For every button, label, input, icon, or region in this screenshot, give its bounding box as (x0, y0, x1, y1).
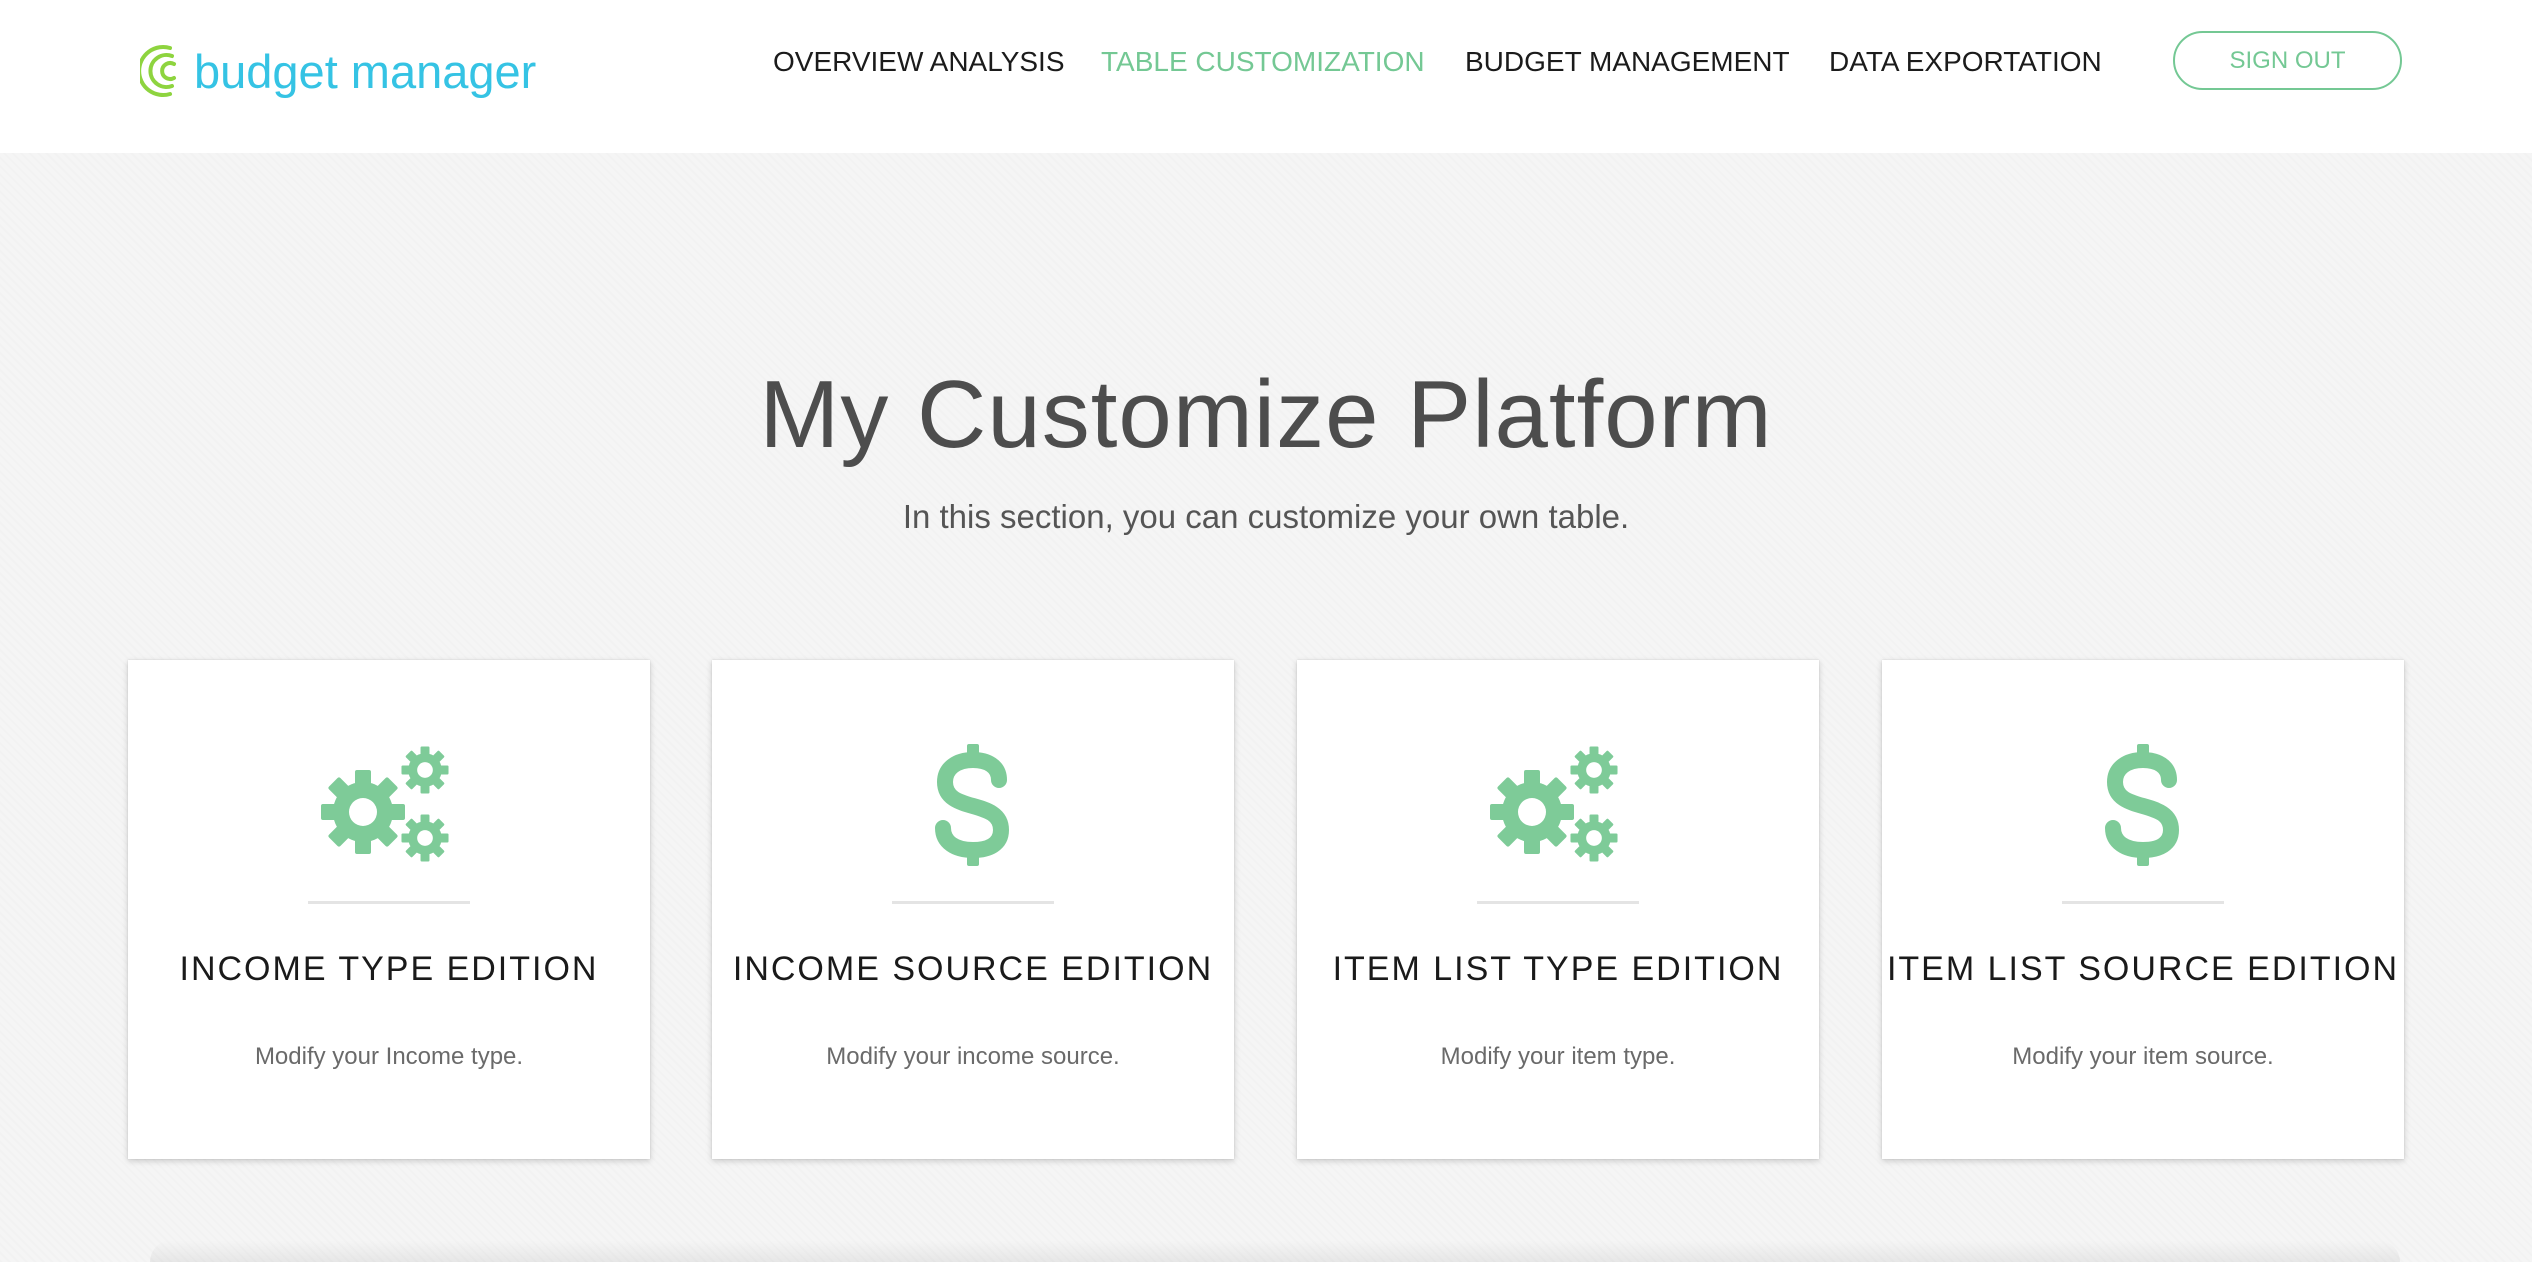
page-subtitle: In this section, you can customize your … (902, 498, 1630, 535)
next-section-edge (150, 1240, 2400, 1262)
card-divider (1477, 901, 1639, 904)
nav-data-exportation[interactable]: DATA EXPORTATION (1829, 44, 2102, 80)
card-divider (308, 901, 470, 904)
card-title: INCOME SOURCE EDITION (732, 950, 1214, 988)
dollar-icon (712, 740, 1234, 870)
card-title: ITEM LIST SOURCE EDITION (1886, 950, 2400, 988)
card-divider (2062, 901, 2224, 904)
card-item-list-source-edition[interactable]: ITEM LIST SOURCE EDITION Modify your ite… (1882, 660, 2404, 1159)
spiral-arcs-icon (140, 38, 192, 104)
brand-name: budget manager (194, 44, 537, 98)
nav-budget-management[interactable]: BUDGET MANAGEMENT (1465, 44, 1790, 80)
gears-icon (1297, 740, 1819, 870)
nav-overview-analysis[interactable]: OVERVIEW ANALYSIS (773, 44, 1065, 80)
gears-icon (128, 740, 650, 870)
card-income-source-edition[interactable]: INCOME SOURCE EDITION Modify your income… (712, 660, 1234, 1159)
card-title: INCOME TYPE EDITION (179, 950, 599, 988)
sign-out-button[interactable]: SIGN OUT (2173, 31, 2402, 90)
page-title: My Customize Platform (759, 361, 1773, 468)
card-description: Modify your income source. (826, 1043, 1120, 1070)
card-income-type-edition[interactable]: INCOME TYPE EDITION Modify your Income t… (128, 660, 650, 1159)
nav-table-customization[interactable]: TABLE CUSTOMIZATION (1101, 44, 1425, 80)
card-description: Modify your Income type. (254, 1043, 524, 1070)
dollar-icon (1882, 740, 2404, 870)
card-description: Modify your item type. (1440, 1043, 1676, 1070)
card-item-list-type-edition[interactable]: ITEM LIST TYPE EDITION Modify your item … (1297, 660, 1819, 1159)
card-divider (892, 901, 1054, 904)
card-description: Modify your item source. (2012, 1043, 2274, 1070)
card-title: ITEM LIST TYPE EDITION (1332, 950, 1784, 988)
brand-logo[interactable]: budget manager (140, 38, 536, 104)
top-navbar: budget manager OVERVIEW ANALYSIS TABLE C… (0, 0, 2532, 153)
